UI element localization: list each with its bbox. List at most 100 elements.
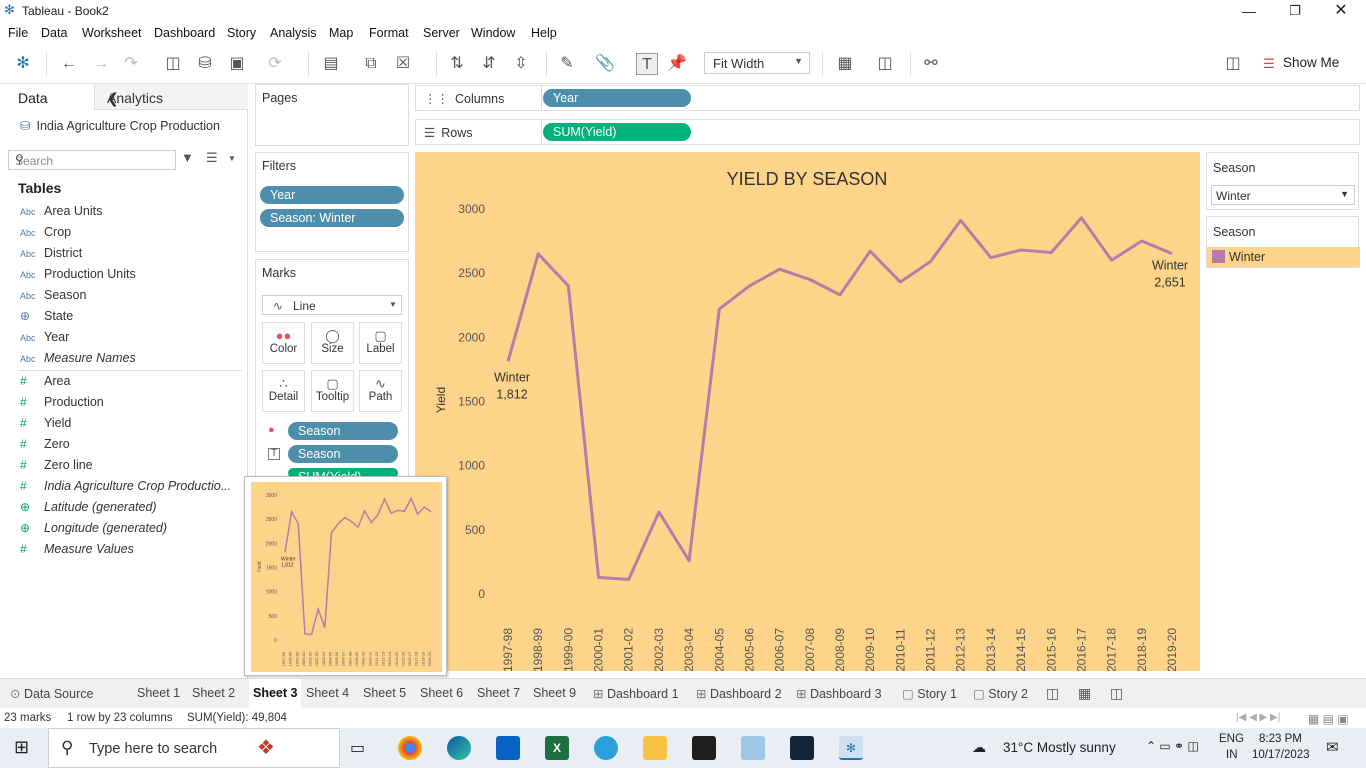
sheet-tab-data-source[interactable]: ⊙ Data Source xyxy=(10,686,93,701)
terminal-icon[interactable] xyxy=(692,736,716,760)
paint-icon[interactable] xyxy=(741,736,765,760)
filters-shelf[interactable]: Filters Year Season: Winter xyxy=(255,152,409,252)
menu-file[interactable]: File xyxy=(8,26,28,40)
sheet-tab-story-2[interactable]: ▢ Story 2 xyxy=(973,686,1028,701)
taskbar-search-input[interactable]: ⚲ Type here to search ❖ xyxy=(48,728,340,768)
field-measure-names[interactable]: Abc Measure Names xyxy=(20,351,136,369)
columns-pill-year[interactable]: Year xyxy=(543,89,691,107)
marks-pill-season-color[interactable]: Season xyxy=(288,422,398,440)
fix-axes-icon[interactable]: 📌 xyxy=(666,53,688,75)
filter-icon[interactable]: ▼ xyxy=(181,150,194,165)
edge-icon[interactable] xyxy=(447,736,471,760)
path-button[interactable]: ∿ Path xyxy=(359,370,402,412)
telegram-icon[interactable] xyxy=(594,736,618,760)
fit-width-dropdown[interactable]: Fit Width ▼ xyxy=(704,52,810,74)
undo-icon[interactable]: ← xyxy=(58,53,80,75)
tab-data[interactable]: Data xyxy=(0,84,94,110)
swap-icon[interactable]: ⇅ xyxy=(446,53,468,75)
format-paint-icon[interactable]: ◫ xyxy=(1222,53,1244,75)
clock-time[interactable]: 8:23 PM xyxy=(1259,733,1302,745)
menu-analysis[interactable]: Analysis xyxy=(270,26,317,40)
filter-pill-season[interactable]: Season: Winter xyxy=(260,209,404,227)
sheet-tab-sheet-5[interactable]: Sheet 5 xyxy=(363,686,406,700)
field-district[interactable]: Abc District xyxy=(20,246,82,264)
field-year[interactable]: Abc Year xyxy=(20,330,69,348)
new-dashboard-tab-icon[interactable]: ▦ xyxy=(1078,685,1091,702)
detail-button[interactable]: ∴ Detail xyxy=(262,370,305,412)
rows-pill-sum-yield[interactable]: SUM(Yield) xyxy=(543,123,691,141)
mail-icon[interactable] xyxy=(496,736,520,760)
close-button[interactable]: ✕ xyxy=(1318,0,1364,22)
menu-help[interactable]: Help xyxy=(531,26,557,40)
view-options-icon[interactable]: ☰ xyxy=(206,150,218,166)
rows-shelf[interactable]: ☰ Rows SUM(Yield) xyxy=(415,119,1360,145)
show-labels-icon[interactable]: T xyxy=(636,53,658,75)
chrome-icon[interactable] xyxy=(398,736,422,760)
sheet-tab-sheet-2[interactable]: Sheet 2 xyxy=(192,686,235,700)
file-explorer-icon[interactable] xyxy=(643,736,667,760)
sheet-tab-story-1[interactable]: ▢ Story 1 xyxy=(902,686,957,701)
tray-icons[interactable]: ⌃ ▭ ⚭ ◫ xyxy=(1146,739,1199,753)
tab-analytics[interactable]: Analytics ❮ xyxy=(94,84,248,110)
mark-type-dropdown[interactable]: ∿ Line ▼ xyxy=(262,295,402,315)
presentation-mode-icon[interactable]: ◫ xyxy=(874,53,896,75)
field-yield[interactable]: # Yield xyxy=(20,416,71,434)
new-worksheet-icon[interactable]: ▤ xyxy=(320,53,342,75)
field-area-units[interactable]: Abc Area Units xyxy=(20,204,102,222)
season-filter-dropdown[interactable]: Winter ▼ xyxy=(1211,185,1355,205)
menu-story[interactable]: Story xyxy=(227,26,256,40)
tooltip-button[interactable]: ▢ Tooltip xyxy=(311,370,354,412)
weather-text[interactable]: 31°C Mostly sunny xyxy=(1003,740,1116,755)
label-button[interactable]: ▢ Label xyxy=(359,322,402,364)
size-button[interactable]: ◯ Size xyxy=(311,322,354,364)
windows-start-icon[interactable]: ⊞ xyxy=(14,737,29,758)
field-production-units[interactable]: Abc Production Units xyxy=(20,267,136,285)
tableau-home-icon[interactable]: ✻ xyxy=(12,53,34,75)
replay-icon[interactable]: ↷ xyxy=(120,53,142,75)
marks-pill-season-label[interactable]: Season xyxy=(288,445,398,463)
sheet-tab-dashboard-3[interactable]: ⊞ Dashboard 3 xyxy=(796,686,882,701)
view-toggle-icons[interactable]: ▦ ▤ ▣ xyxy=(1308,712,1349,726)
menu-dashboard[interactable]: Dashboard xyxy=(154,26,215,40)
menu-format[interactable]: Format xyxy=(369,26,409,40)
collapse-pane-icon[interactable]: ❮ xyxy=(107,90,242,107)
field-season[interactable]: Abc Season xyxy=(20,288,86,306)
datasource-item[interactable]: ⛁ India Agriculture Crop Production xyxy=(20,118,220,133)
filter-pill-year[interactable]: Year xyxy=(260,186,404,204)
app-icon[interactable] xyxy=(790,736,814,760)
sheet-tab-sheet-4[interactable]: Sheet 4 xyxy=(306,686,349,700)
menu-server[interactable]: Server xyxy=(423,26,460,40)
field-india-agriculture-crop-productio[interactable]: # India Agriculture Crop Productio... xyxy=(20,479,231,497)
menu-map[interactable]: Map xyxy=(329,26,353,40)
field-area[interactable]: # Area xyxy=(20,374,70,392)
pages-shelf[interactable]: Pages xyxy=(255,84,409,146)
field-measure-values[interactable]: # Measure Values xyxy=(20,542,134,560)
search-input[interactable]: Search ⚲ xyxy=(8,150,176,170)
show-cards-icon[interactable]: ▦ xyxy=(834,53,856,75)
line-chart[interactable]: YIELD BY SEASON Yield 0 500 1000 1500 2000 2500… xyxy=(415,152,1200,672)
sort-ascending-icon[interactable]: ⇵ xyxy=(478,53,500,75)
sheet-tab-sheet-1[interactable]: Sheet 1 xyxy=(137,686,180,700)
redo-icon[interactable]: → xyxy=(90,53,112,75)
restore-button[interactable]: ❐ xyxy=(1272,0,1318,22)
new-worksheet-tab-icon[interactable]: ◫ xyxy=(1046,685,1059,702)
group-icon[interactable]: 📎 xyxy=(594,53,616,75)
new-datasource-icon[interactable]: ⛁ xyxy=(194,53,216,75)
excel-icon[interactable]: X xyxy=(545,736,569,760)
color-button[interactable]: ●● Color xyxy=(262,322,305,364)
new-story-tab-icon[interactable]: ◫ xyxy=(1110,685,1123,702)
show-me-button[interactable]: Show Me xyxy=(1283,55,1339,70)
sheet-tab-sheet-7[interactable]: Sheet 7 xyxy=(477,686,520,700)
task-view-icon[interactable]: ▭ xyxy=(350,738,365,758)
sheet-tab-sheet-6[interactable]: Sheet 6 xyxy=(420,686,463,700)
duplicate-icon[interactable]: ⧉ xyxy=(360,53,382,75)
sheet-tab-dashboard-1[interactable]: ⊞ Dashboard 1 xyxy=(593,686,679,701)
field-latitude-generated[interactable]: ⊕ Latitude (generated) xyxy=(20,500,157,518)
notifications-icon[interactable]: ✉ xyxy=(1326,738,1339,756)
refresh-icon[interactable]: ⟳ xyxy=(264,53,286,75)
save-icon[interactable]: ◫ xyxy=(162,53,184,75)
field-longitude-generated[interactable]: ⊕ Longitude (generated) xyxy=(20,521,167,539)
tab-nav-icons[interactable]: |◀ ◀ ▶ ▶| xyxy=(1236,712,1280,723)
menu-data[interactable]: Data xyxy=(41,26,67,40)
pause-updates-icon[interactable]: ▣ xyxy=(226,53,248,75)
